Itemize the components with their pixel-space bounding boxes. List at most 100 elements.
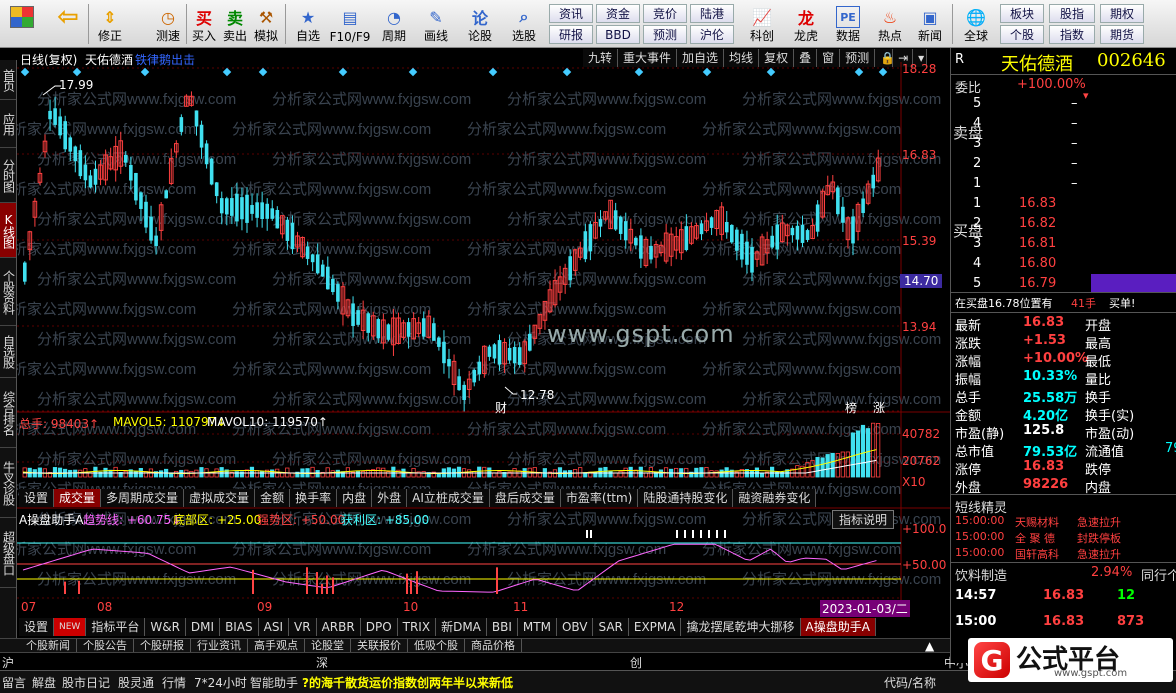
stock-tab-button[interactable]: 个股 bbox=[1000, 25, 1044, 44]
simulate-button[interactable]: ⚒ 模拟 bbox=[252, 2, 280, 46]
status-diary[interactable]: 股市日记 bbox=[62, 674, 110, 691]
info-tab-news[interactable]: 个股新闻 bbox=[20, 639, 77, 652]
ind-tab-dpo[interactable]: DPO bbox=[360, 618, 398, 636]
status-gulingtong[interactable]: 股灵通 bbox=[118, 674, 154, 691]
news-tab-button[interactable]: 资讯 bbox=[549, 4, 593, 23]
info-tab-related[interactable]: 关联报价 bbox=[351, 639, 408, 652]
draw-button[interactable]: ✎ 画线 bbox=[418, 2, 454, 46]
vol-tab-settings[interactable]: 设置 bbox=[19, 489, 55, 507]
vol-tab-after[interactable]: 盘后成交量 bbox=[489, 489, 561, 507]
nav-stock-info[interactable]: 个股资料 bbox=[0, 258, 16, 326]
nav-apps[interactable]: 应用 bbox=[0, 100, 16, 148]
hot-button[interactable]: ♨ 热点 bbox=[870, 2, 910, 46]
nav-rank[interactable]: 综合排名 bbox=[0, 378, 16, 448]
watchlist-button[interactable]: ★ 自选 bbox=[290, 2, 326, 46]
hk-tab-button[interactable]: 陆港 bbox=[690, 4, 734, 23]
ind-tab-obv[interactable]: OBV bbox=[556, 618, 594, 636]
research-tab-button[interactable]: 研报 bbox=[549, 25, 593, 44]
ind-tab-sar[interactable]: SAR bbox=[593, 618, 629, 636]
vol-tab-margin[interactable]: 融资融券变化 bbox=[733, 489, 817, 507]
dragon-list-marker[interactable]: 榜 bbox=[845, 399, 857, 416]
status-message[interactable]: 留言 bbox=[2, 674, 26, 691]
ind-tab-arbr[interactable]: ARBR bbox=[316, 618, 361, 636]
bbd-tab-button[interactable]: BBD bbox=[596, 25, 640, 44]
kechuang-button[interactable]: 📈 科创 bbox=[742, 2, 782, 46]
fix-button[interactable]: ⇕ 修正 bbox=[92, 2, 128, 46]
fund-tab-button[interactable]: 资金 bbox=[596, 4, 640, 23]
kline-chart[interactable]: 分析家公式网www.fxjgsw.com 分析家公式网www.fxjgsw.com… bbox=[17, 48, 950, 638]
index-tab-button[interactable]: 指数 bbox=[1049, 25, 1095, 44]
vol-tab-inner[interactable]: 内盘 bbox=[337, 489, 373, 507]
index-chinext[interactable]: 创 bbox=[630, 654, 642, 671]
vol-tab-turnover[interactable]: 换手率 bbox=[290, 489, 338, 507]
nav-home[interactable]: 首页 bbox=[0, 60, 16, 100]
info-tab-expert[interactable]: 高手观点 bbox=[248, 639, 305, 652]
nav-diagnosis[interactable]: 牛叉诊股 bbox=[0, 448, 16, 518]
ind-tab-vr[interactable]: VR bbox=[289, 618, 317, 636]
buy-button[interactable]: 买买入 bbox=[190, 2, 218, 46]
ind-tab-platform[interactable]: 指标平台 bbox=[86, 618, 146, 636]
info-tab-forum[interactable]: 论股堂 bbox=[305, 639, 351, 652]
f10-button[interactable]: ▤ F10/F9 bbox=[328, 2, 372, 46]
ind-tab-caopan[interactable]: A操盘助手A bbox=[800, 618, 876, 636]
nav-kline[interactable]: K线图 bbox=[0, 203, 16, 258]
ind-tab-expma[interactable]: EXPMA bbox=[628, 618, 682, 636]
news-ticker[interactable]: ?的海千散货运价指数创两年半以来新低 bbox=[302, 674, 513, 691]
shanghai-london-tab-button[interactable]: 沪伦 bbox=[690, 25, 734, 44]
nav-timeshare[interactable]: 分时图 bbox=[0, 148, 16, 203]
vol-tab-outer[interactable]: 外盘 bbox=[372, 489, 408, 507]
sector-row[interactable]: 饮料制造 2.94% 同行个 bbox=[951, 562, 1176, 584]
screener-button[interactable]: ⌕ 选股 bbox=[504, 2, 544, 46]
sell-button[interactable]: 卖卖出 bbox=[221, 2, 249, 46]
ind-tab-dmi[interactable]: DMI bbox=[185, 618, 221, 636]
ind-tab-mtm[interactable]: MTM bbox=[517, 618, 557, 636]
ind-tab-trix[interactable]: TRIX bbox=[397, 618, 437, 636]
indicator-help-button[interactable]: 指标说明 bbox=[832, 510, 895, 529]
info-tab-commodity[interactable]: 商品价格 bbox=[465, 639, 522, 652]
vol-tab-pe[interactable]: 市盈率(ttm) bbox=[560, 489, 639, 507]
ind-tab-qinlong[interactable]: 擒龙摆尾乾坤大挪移 bbox=[681, 618, 801, 636]
index-futures-tab-button[interactable]: 股指 bbox=[1049, 4, 1095, 23]
status-assistant[interactable]: 智能助手 bbox=[250, 674, 298, 691]
dragon-button[interactable]: 龙龙虎 bbox=[786, 2, 826, 46]
ind-tab-wr[interactable]: W&R bbox=[145, 618, 186, 636]
sector-tab-button[interactable]: 板块 bbox=[1000, 4, 1044, 23]
status-quotes[interactable]: 行情 bbox=[162, 674, 186, 691]
collapse-icon[interactable]: ▲ bbox=[925, 639, 934, 653]
app-grid-button[interactable] bbox=[2, 2, 42, 46]
nav-super-panel[interactable]: 超级盘口 bbox=[0, 518, 16, 588]
options-tab-button[interactable]: 期权 bbox=[1100, 4, 1144, 23]
back-button[interactable]: ⇦ bbox=[48, 2, 88, 46]
data-button[interactable]: PE 数据 bbox=[828, 2, 868, 46]
ind-tab-settings[interactable]: 设置 bbox=[19, 618, 55, 636]
talk-button[interactable]: 论论股 bbox=[462, 2, 498, 46]
nav-watchlist[interactable]: 自选股 bbox=[0, 326, 16, 378]
info-tab-announce[interactable]: 个股公告 bbox=[77, 639, 134, 652]
ind-tab-newdma[interactable]: 新DMA bbox=[436, 618, 487, 636]
info-tab-research[interactable]: 个股研报 bbox=[134, 639, 191, 652]
ind-tab-bias[interactable]: BIAS bbox=[220, 618, 259, 636]
futures-tab-button[interactable]: 期货 bbox=[1100, 25, 1144, 44]
spirit-row[interactable]: 15:00:00 国轩高科 急速拉升 bbox=[951, 544, 1176, 562]
earnings-marker[interactable]: 财 bbox=[495, 399, 507, 416]
index-shanghai[interactable]: 沪 bbox=[2, 654, 14, 671]
info-tab-industry[interactable]: 行业资讯 bbox=[191, 639, 248, 652]
limit-up-marker[interactable]: 涨 bbox=[873, 399, 885, 416]
period-button[interactable]: ◔ 周期 bbox=[374, 2, 414, 46]
ind-tab-asi[interactable]: ASI bbox=[258, 618, 290, 636]
index-shenzhen[interactable]: 深 bbox=[316, 654, 328, 671]
vol-tab-amount[interactable]: 金额 bbox=[255, 489, 291, 507]
vol-tab-virtual[interactable]: 虚拟成交量 bbox=[184, 489, 256, 507]
newsflash-button[interactable]: ▣ 新闻 bbox=[910, 2, 950, 46]
info-tab-lowbuy[interactable]: 低吸个股 bbox=[408, 639, 465, 652]
global-button[interactable]: 🌐 全球 bbox=[956, 2, 996, 46]
status-24h[interactable]: 7*24小时 bbox=[194, 674, 247, 691]
auction-tab-button[interactable]: 竞价 bbox=[643, 4, 687, 23]
vol-tab-multi[interactable]: 多周期成交量 bbox=[101, 489, 185, 507]
speed-test-button[interactable]: ◷ 测速 bbox=[150, 2, 186, 46]
vol-tab-volume[interactable]: 成交量 bbox=[54, 489, 102, 507]
status-analysis[interactable]: 解盘 bbox=[32, 674, 56, 691]
code-search-input[interactable]: 代码/名称 bbox=[884, 674, 936, 691]
vol-tab-hk[interactable]: 陆股通持股变化 bbox=[638, 489, 734, 507]
forecast-tab-button[interactable]: 预测 bbox=[643, 25, 687, 44]
